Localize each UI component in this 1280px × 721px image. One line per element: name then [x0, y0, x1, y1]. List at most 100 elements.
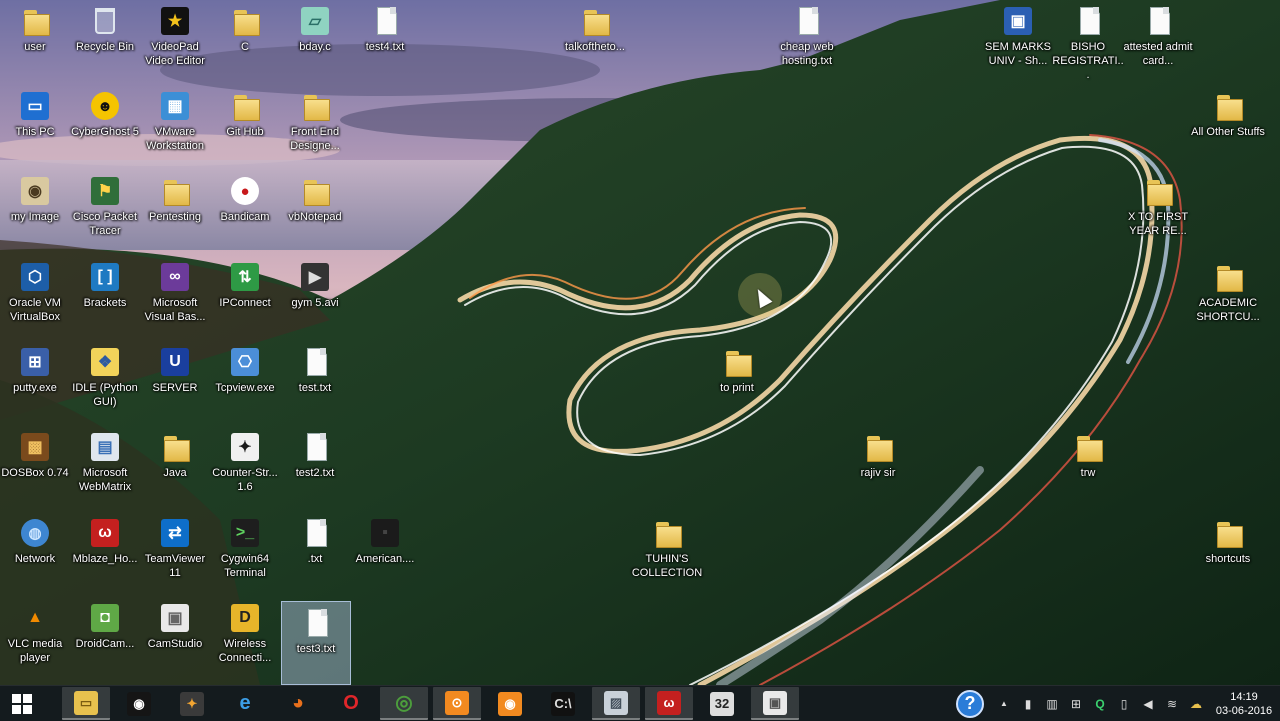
desktop-icon-test4-txt[interactable]: test4.txt: [350, 0, 420, 84]
desktop-icon-git-hub[interactable]: Git Hub: [210, 85, 280, 169]
american-icon: ▪: [368, 516, 402, 550]
wifi-icon[interactable]: ≋: [1162, 694, 1182, 714]
desktop-icon-my-image[interactable]: ◉ my Image: [0, 170, 70, 254]
bandicam-orange-icon: ⊙: [445, 690, 469, 715]
desktop-icon-to-print[interactable]: to print: [702, 341, 772, 425]
desktop-icon-rajiv-sir[interactable]: rajiv sir: [843, 426, 913, 510]
desktop-icon-cyberghost-5[interactable]: ☻ CyberGhost 5: [70, 85, 140, 169]
desktop-icon-bandicam[interactable]: ● Bandicam: [210, 170, 280, 254]
folder-icon: [650, 516, 684, 550]
cloud-icon[interactable]: ☁: [1186, 694, 1206, 714]
desktop-icon-attested-admit-card[interactable]: attested admit card...: [1123, 0, 1193, 84]
desktop-icon-area: user Recycle Bin ★ VideoPad Video Editor C ▱ b…: [0, 0, 1280, 685]
folder-icon: [1211, 89, 1245, 123]
desktop-icon-idle-python-gui[interactable]: ❖ IDLE (Python GUI): [70, 341, 140, 425]
desktop-icon-network[interactable]: ◍ Network: [0, 512, 70, 596]
desktop-icon-camstudio[interactable]: ▣ CamStudio: [140, 597, 210, 681]
desktop-icon-txt[interactable]: .txt: [280, 512, 350, 596]
desktop-icon-vlc-media-player[interactable]: ▲ VLC media player: [0, 597, 70, 681]
q-app-icon[interactable]: Q: [1090, 694, 1110, 714]
desktop-icon-label: SERVER: [152, 382, 198, 394]
desktop-icon-ipconnect[interactable]: ⇅ IPConnect: [210, 256, 280, 340]
desktop-icon-wireless-connecti[interactable]: D Wireless Connecti...: [210, 597, 280, 681]
icon-glyph: D: [231, 604, 259, 632]
desktop-icon-dosbox-0-74[interactable]: ▩ DOSBox 0.74: [0, 426, 70, 510]
desktop-icon-academic-shortcu[interactable]: ACADEMIC SHORTCU...: [1193, 256, 1263, 340]
sem-marks-univ-sh-icon: ▣: [1001, 4, 1035, 38]
desktop-icon-label: Recycle Bin: [75, 41, 135, 53]
desktop-icon-putty-exe[interactable]: ⊞ putty.exe: [0, 341, 70, 425]
desktop-icon-droidcam[interactable]: ◘ DroidCam...: [70, 597, 140, 681]
desktop-icon-cygwin64-terminal[interactable]: >_ Cygwin64 Terminal: [210, 512, 280, 596]
battery-icon[interactable]: ▯: [1114, 694, 1134, 714]
desktop-icon-sem-marks-univ-sh[interactable]: ▣ SEM MARKS UNIV - Sh...: [983, 0, 1053, 84]
desktop-icon-oracle-vm-virtualbox[interactable]: ⬡ Oracle VM VirtualBox: [0, 256, 70, 340]
taskbar-chrome[interactable]: ◎: [380, 687, 428, 720]
desktop-icon-cisco-packet-tracer[interactable]: ⚑ Cisco Packet Tracer: [70, 170, 140, 254]
desktop-icon-tcpview-exe[interactable]: ⎔ Tcpview.exe: [210, 341, 280, 425]
desktop-icon-teamviewer-11[interactable]: ⇄ TeamViewer 11: [140, 512, 210, 596]
icon-glyph: U: [161, 348, 189, 376]
desktop-icon-label: Wireless Connecti...: [218, 638, 272, 664]
desktop-icon-gym-5-avi[interactable]: ▶ gym 5.avi: [280, 256, 350, 340]
desktop-icon-microsoft-webmatrix[interactable]: ▤ Microsoft WebMatrix: [70, 426, 140, 510]
desktop-icon-test-txt[interactable]: test.txt: [280, 341, 350, 425]
phone-icon[interactable]: ▮: [1018, 694, 1038, 714]
desktop-icon-server[interactable]: U SERVER: [140, 341, 210, 425]
taskbar-file-explorer[interactable]: ▭: [62, 687, 110, 720]
text-file-icon: [1141, 4, 1175, 38]
desktop-icon-talkofthet[interactable]: talkofthetо...: [560, 0, 630, 84]
desktop-icon-this-pc[interactable]: ▭ This PC: [0, 85, 70, 169]
desktop-icon-shortcuts[interactable]: shortcuts: [1193, 512, 1263, 596]
taskbar-mblaze[interactable]: ω: [645, 687, 693, 720]
desktop-icon-trw[interactable]: trw: [1053, 426, 1123, 510]
taskbar-opera[interactable]: O: [327, 687, 375, 720]
desktop-icon-videopad-video-editor[interactable]: ★ VideoPad Video Editor: [140, 0, 210, 84]
taskbar-image-viewer[interactable]: ▨: [592, 687, 640, 720]
desktop-icon-recycle-bin[interactable]: Recycle Bin: [70, 0, 140, 84]
desktop-icon-java[interactable]: Java: [140, 426, 210, 510]
taskbar-camstudio[interactable]: ▣: [751, 687, 799, 720]
desktop-icon-american[interactable]: ▪ American....: [350, 512, 420, 596]
desktop-icon-label: trw: [1080, 467, 1096, 479]
desktop-icon-bday-c[interactable]: ▱ bday.c: [280, 0, 350, 84]
desktop-icon-test3-txt[interactable]: test3.txt: [281, 601, 351, 685]
desktop-icon-bisho-registrati[interactable]: BISHO REGISTRATI...: [1052, 0, 1124, 84]
taskbar-firefox[interactable]: ◕: [274, 687, 322, 720]
start-button[interactable]: [0, 686, 44, 721]
desktop-icon-user[interactable]: user: [0, 0, 70, 84]
help-icon[interactable]: ?: [956, 689, 984, 718]
desktop-icon-test2-txt[interactable]: test2.txt: [280, 426, 350, 510]
desktop-icon-counter-str-1-6[interactable]: ✦ Counter-Str... 1.6: [210, 426, 280, 510]
desktop-icon-pentesting[interactable]: Pentesting: [140, 170, 210, 254]
windows-flag-icon[interactable]: ⊞: [1066, 694, 1086, 714]
taskbar-bandicam-orange[interactable]: ⊙: [433, 687, 481, 720]
desktop-icon-c[interactable]: C: [210, 0, 280, 84]
taskbar-camera[interactable]: ◉: [486, 687, 534, 720]
taskbar-bandicam[interactable]: ◉: [115, 687, 163, 720]
putty-exe-icon: ⊞: [18, 345, 52, 379]
desktop-icon-label: attested admit card...: [1123, 41, 1193, 67]
desktop-icon-microsoft-visual-bas[interactable]: ∞ Microsoft Visual Bas...: [140, 256, 210, 340]
taskbar-internet-explorer[interactable]: e: [221, 687, 269, 720]
cygwin-icon: 32: [710, 691, 734, 716]
internet-explorer-icon: e: [239, 692, 251, 714]
mblaze-ho-icon: ω: [88, 516, 122, 550]
desktop-icon-cheap-web-hosting-txt[interactable]: cheap web hosting.txt: [772, 0, 842, 84]
desktop-icon-vmware-workstation[interactable]: ▦ VMware Workstation: [140, 85, 210, 169]
desktop-icon-front-end-designe[interactable]: Front End Designe...: [280, 85, 350, 169]
clock[interactable]: 14:19 03-06-2016: [1214, 690, 1274, 718]
desktop-icon-brackets[interactable]: [ ] Brackets: [70, 256, 140, 340]
show-hidden-icons-icon[interactable]: ▲: [994, 694, 1014, 714]
desktop-icon-tuhin-s-collection[interactable]: TUHIN'S COLLECTION: [632, 512, 702, 596]
taskbar-cygwin[interactable]: 32: [698, 687, 746, 720]
taskbar-paint[interactable]: ✦: [168, 687, 216, 720]
desktop-icon-x-to-first-year-re[interactable]: X TO FIRST YEAR RE...: [1123, 170, 1193, 254]
desktop-icon-mblaze-ho[interactable]: ω Mblaze_Ho...: [70, 512, 140, 596]
icon-glyph: ▣: [1004, 7, 1032, 35]
desktop-icon-all-other-stuffs[interactable]: All Other Stuffs: [1191, 85, 1265, 169]
network-bars-icon[interactable]: ▥: [1042, 694, 1062, 714]
taskbar-cmd[interactable]: C:\: [539, 687, 587, 720]
volume-icon[interactable]: ◀: [1138, 694, 1158, 714]
desktop-icon-vbnotepad[interactable]: vbNotepad: [280, 170, 350, 254]
